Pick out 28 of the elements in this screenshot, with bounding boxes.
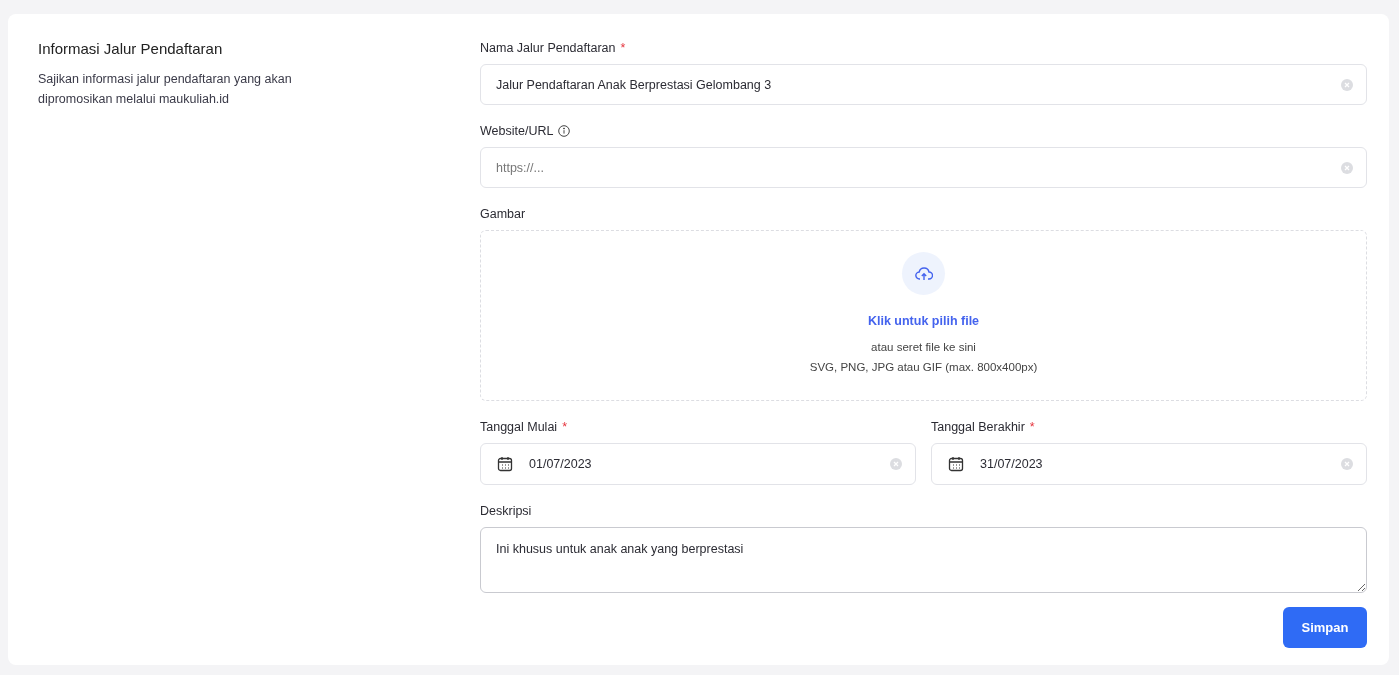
field-label: Deskripsi xyxy=(480,504,532,518)
clear-icon[interactable] xyxy=(890,458,902,470)
field-label: Nama Jalur Pendaftaran xyxy=(480,41,616,55)
clear-icon[interactable] xyxy=(1341,78,1353,91)
field-label: Tanggal Berakhir xyxy=(931,420,1025,434)
required-mark: * xyxy=(1029,420,1035,434)
required-mark: * xyxy=(562,420,567,434)
section-title: Informasi Jalur Pendaftaran xyxy=(38,40,224,57)
drop-hint: atau seret file ke sini xyxy=(871,340,976,355)
date-field[interactable]: 31/07/2023 xyxy=(931,443,1367,485)
field-label: Tanggal Mulai xyxy=(480,420,558,434)
choose-file-link[interactable]: Klik untuk pilih file xyxy=(867,314,980,328)
field-label: Website/URL xyxy=(480,124,554,138)
format-hint: SVG, PNG, JPG atau GIF (max. 800x400px) xyxy=(809,360,1038,375)
calendar-icon xyxy=(948,456,964,472)
cloud-upload-icon xyxy=(914,265,933,282)
date-field[interactable]: 01/07/2023 xyxy=(480,443,916,485)
clear-icon[interactable] xyxy=(1341,458,1353,470)
required-mark: * xyxy=(620,41,626,55)
text-field[interactable]: https://... xyxy=(480,147,1367,188)
description-field[interactable]: Ini khusus untuk anak anak yang berprestasi xyxy=(480,527,1367,593)
file-drop-zone[interactable]: Klik untuk pilih file atau seret file ke sini SVG, PNG, JPG atau GIF (max. 800x400px) xyxy=(480,230,1367,401)
text-field[interactable]: Jalur Pendaftaran Anak Berprestasi Gelombang 3 xyxy=(480,64,1367,105)
section-description: Sajikan informasi jalur pendaftaran yang akan dipromosikan melalui maukuliah.id xyxy=(38,71,293,108)
clear-icon[interactable] xyxy=(1341,161,1353,174)
field-label: Gambar xyxy=(480,207,526,221)
calendar-icon xyxy=(497,456,513,472)
save-button[interactable]: Simpan xyxy=(1283,607,1367,648)
